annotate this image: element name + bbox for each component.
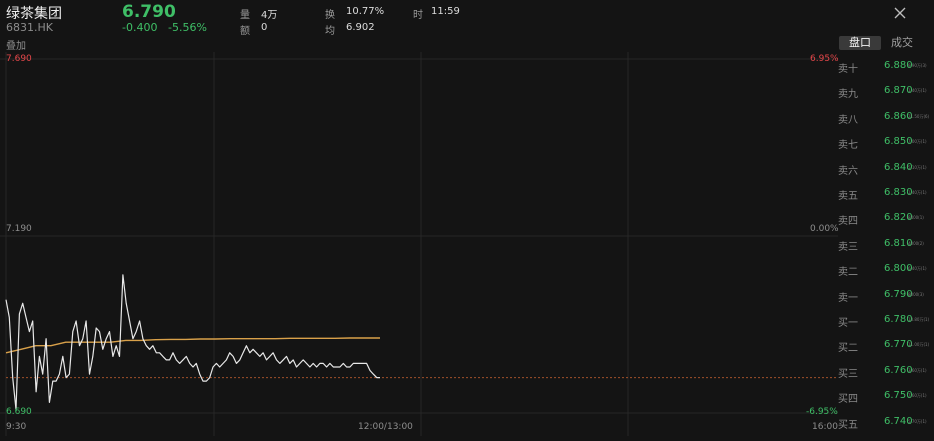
bid-row[interactable]: 买二 6.770 11.00万(1) bbox=[838, 339, 934, 364]
turnover-label: 额 bbox=[240, 26, 250, 37]
ask-row[interactable]: 卖四 6.820 8400(1) bbox=[838, 212, 934, 237]
stock-code: 6831.HK bbox=[6, 21, 53, 34]
orderbook-volume: 13.80万(1) bbox=[908, 317, 930, 322]
intraday-chart bbox=[0, 52, 838, 436]
orderbook-volume: 21.50万(6) bbox=[908, 113, 930, 119]
turnover-rate-label: 换 bbox=[325, 10, 335, 21]
orderbook-level-label: 卖十 bbox=[838, 64, 858, 75]
orderbook-level-label: 卖六 bbox=[838, 165, 858, 177]
price-change: -0.400 bbox=[122, 21, 158, 34]
overlay-button[interactable]: 叠加 bbox=[6, 37, 26, 52]
turnover-rate-value: 10.77% bbox=[346, 6, 385, 17]
chart-low-pct: -6.95% bbox=[806, 407, 838, 417]
bid-row[interactable]: 买四 6.750 7.60万(1) bbox=[838, 390, 934, 415]
avg-price-value: 6.902 bbox=[346, 22, 375, 33]
orderbook-level-label: 卖五 bbox=[838, 191, 858, 202]
volume-label: 量 bbox=[240, 10, 250, 21]
volume-value: 4万 bbox=[261, 10, 278, 21]
time-label: 时 bbox=[413, 10, 423, 21]
orderbook-volume: 9.90万(3) bbox=[908, 63, 927, 68]
ask-row[interactable]: 卖八 6.860 21.50万(6) bbox=[838, 111, 934, 136]
x-tick-lunch: 12:00/13:00 bbox=[358, 422, 413, 432]
orderbook-volume: 5.10万(1) bbox=[908, 164, 927, 170]
orderbook-volume: 6.40万(1) bbox=[908, 266, 927, 272]
chart-high-price: 7.690 bbox=[6, 54, 32, 64]
orderbook-level-label: 卖三 bbox=[838, 241, 858, 253]
avg-price-label: 均 bbox=[325, 26, 335, 37]
orderbook-volume: 3.60万(1) bbox=[908, 367, 927, 373]
orderbook-level-label: 买一 bbox=[838, 318, 858, 329]
chart-low-price: 6.690 bbox=[6, 407, 32, 417]
ask-row[interactable]: 卖九 6.870 1.40万(1) bbox=[838, 85, 934, 110]
orderbook-level-label: 卖八 bbox=[838, 114, 858, 126]
bid-row[interactable]: 买三 6.760 3.60万(1) bbox=[838, 365, 934, 390]
orderbook-level-label: 买四 bbox=[838, 394, 858, 406]
stock-name: 绿茶集团 bbox=[6, 6, 62, 22]
orderbook-volume: 7.60万(1) bbox=[908, 393, 927, 399]
orderbook-level-label: 卖七 bbox=[838, 140, 858, 152]
orderbook-volume: 8400(1) bbox=[908, 215, 924, 221]
ask-row[interactable]: 卖五 6.830 1.40万(1) bbox=[838, 187, 934, 212]
orderbook-volume: 5.70万(1) bbox=[908, 418, 927, 424]
orderbook-volume: 4000(2) bbox=[908, 240, 924, 246]
ask-row[interactable]: 卖七 6.850 7.00万(1) bbox=[838, 136, 934, 161]
orderbook-level-label: 买三 bbox=[838, 368, 858, 380]
last-price: 6.790 bbox=[122, 2, 176, 22]
chart-prev-close: 7.190 bbox=[6, 224, 32, 234]
orderbook-level-label: 卖一 bbox=[838, 292, 858, 304]
ask-row[interactable]: 卖三 6.810 4000(2) bbox=[838, 238, 934, 263]
orderbook-level-label: 卖九 bbox=[838, 89, 858, 101]
orderbook-level-label: 买二 bbox=[838, 343, 858, 355]
orderbook-volume: 11.00万(1) bbox=[908, 342, 930, 348]
bid-row[interactable]: 买五 6.740 5.70万(1) bbox=[838, 416, 934, 441]
turnover-value: 0 bbox=[261, 22, 268, 33]
orderbook-level-label: 卖四 bbox=[838, 216, 858, 228]
orderbook-volume: 1.40万(1) bbox=[908, 190, 927, 195]
time-value: 11:59 bbox=[431, 6, 460, 17]
orderbook-volume: 1.40万(1) bbox=[908, 88, 927, 94]
orderbook-volume: 8000(3) bbox=[908, 291, 924, 297]
chart-high-pct: 6.95% bbox=[810, 54, 839, 64]
close-icon[interactable] bbox=[892, 5, 908, 21]
orderbook-volume: 7.00万(1) bbox=[908, 139, 927, 145]
chart-zero-pct: 0.00% bbox=[810, 224, 839, 234]
tab-trades[interactable]: 成交 bbox=[883, 36, 921, 50]
price-line bbox=[5, 274, 380, 411]
x-tick-open: 9:30 bbox=[6, 422, 27, 432]
price-change-pct: -5.56% bbox=[168, 21, 207, 34]
ask-row[interactable]: 卖二 6.800 6.40万(1) bbox=[838, 263, 934, 288]
x-tick-close: 16:00 bbox=[812, 422, 838, 432]
ask-row[interactable]: 卖一 6.790 8000(3) bbox=[838, 289, 934, 314]
tab-orderbook[interactable]: 盘口 bbox=[839, 36, 881, 50]
avg-price-line bbox=[5, 337, 380, 354]
orderbook-level-label: 卖二 bbox=[838, 267, 858, 279]
orderbook-level-label: 买五 bbox=[838, 419, 858, 431]
bid-row[interactable]: 买一 6.780 13.80万(1) bbox=[838, 314, 934, 339]
ask-row[interactable]: 卖六 6.840 5.10万(1) bbox=[838, 162, 934, 187]
ask-row[interactable]: 卖十 6.880 9.90万(3) bbox=[838, 60, 934, 85]
